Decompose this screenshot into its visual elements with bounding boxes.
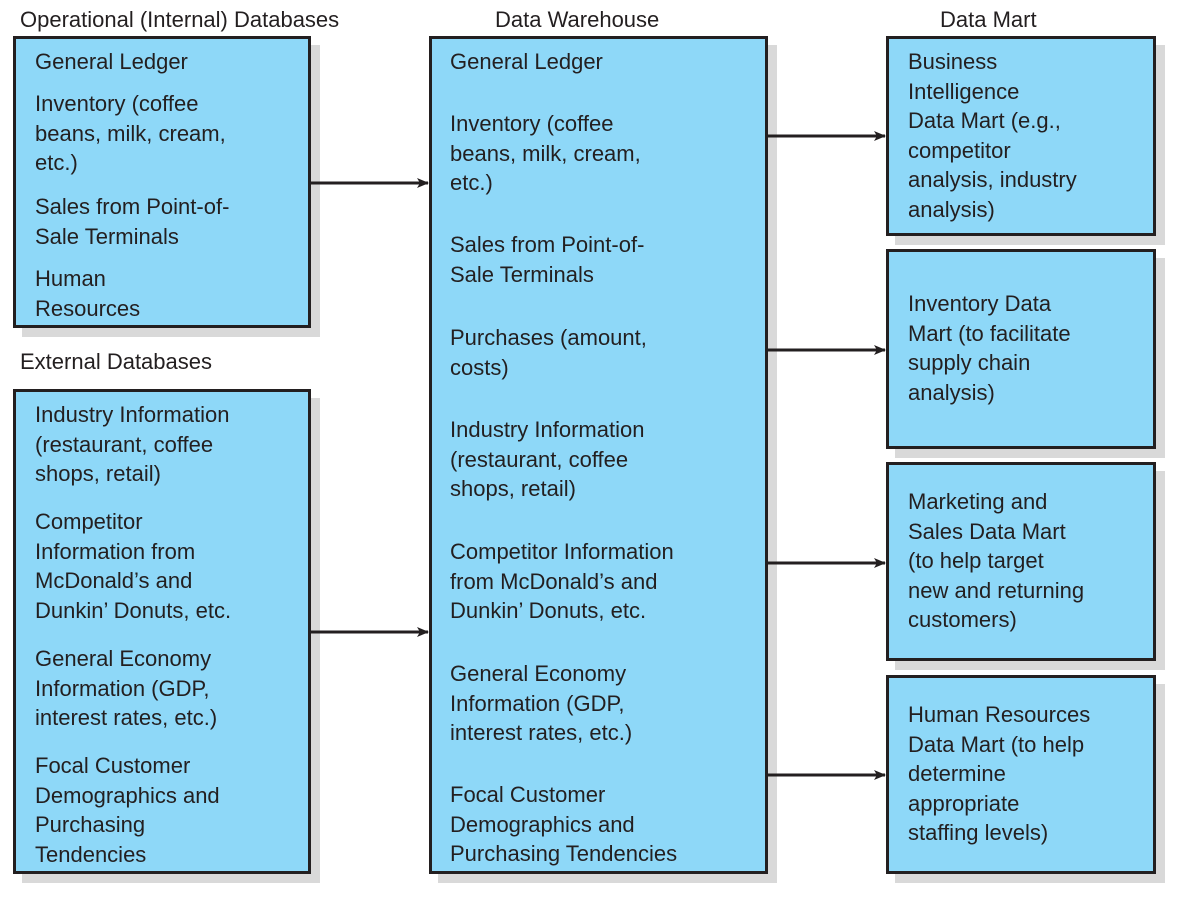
arrows-layer xyxy=(311,131,886,780)
